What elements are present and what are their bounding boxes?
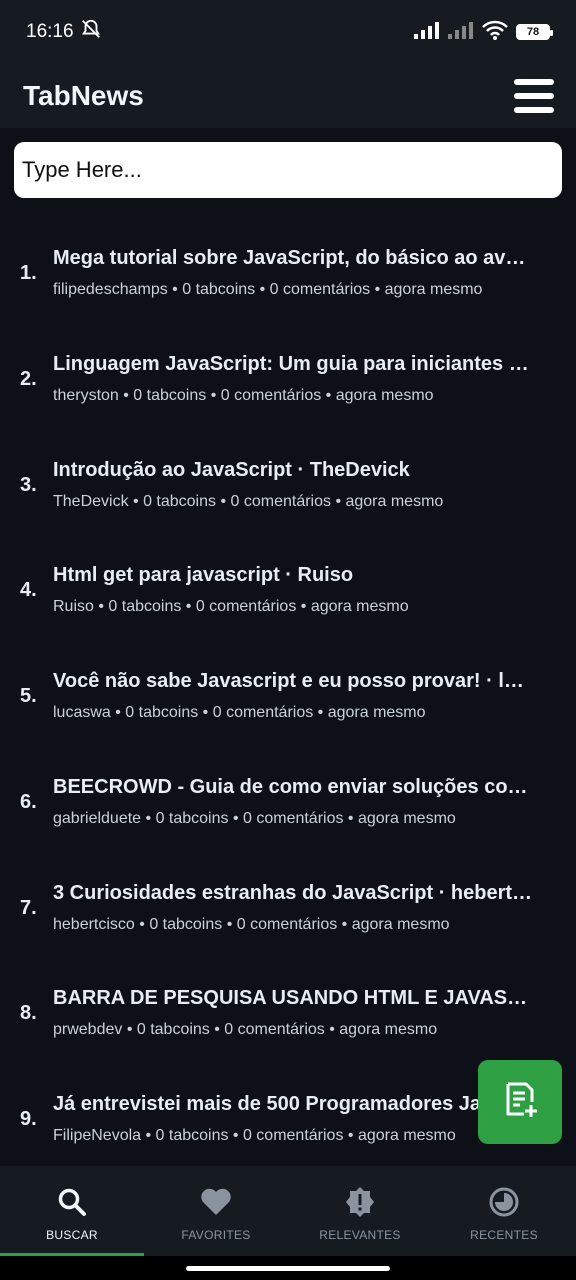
- signal-icon: [414, 21, 440, 44]
- list-item[interactable]: 4. Html get para javascript · Ruiso Ruis…: [0, 537, 576, 643]
- item-meta: lucaswa • 0 tabcoins • 0 comentários • a…: [53, 704, 426, 721]
- app-bar: TabNews: [0, 64, 576, 128]
- nav-buscar[interactable]: BUSCAR: [0, 1166, 144, 1256]
- muted-bell-icon: [80, 18, 102, 46]
- post-list: 1. Mega tutorial sobre JavaScript, do bá…: [0, 220, 576, 1172]
- item-number: 9.: [20, 1108, 37, 1130]
- add-document-icon: [500, 1080, 540, 1125]
- item-title[interactable]: Html get para javascript · Ruiso: [53, 564, 535, 587]
- list-item[interactable]: 1. Mega tutorial sobre JavaScript, do bá…: [0, 220, 576, 326]
- new-post-button[interactable]: [478, 1060, 562, 1144]
- battery-icon: 78: [516, 24, 553, 40]
- signal-secondary-icon: [448, 21, 474, 44]
- alert-badge-icon: [344, 1186, 376, 1218]
- item-meta: TheDevick • 0 tabcoins • 0 comentários •…: [53, 492, 444, 510]
- item-title[interactable]: Introdução ao JavaScript · TheDevick: [53, 459, 535, 482]
- item-title[interactable]: Linguagem JavaScript: Um guia para inici…: [53, 353, 535, 376]
- nav-label: RECENTES: [470, 1228, 538, 1242]
- list-item[interactable]: 8. BARRA DE PESQUISA USANDO HTML E JAVAS…: [0, 960, 576, 1066]
- nav-favorites[interactable]: FAVORITES: [144, 1166, 288, 1256]
- hamburger-menu-icon[interactable]: [514, 79, 554, 113]
- nav-relevantes[interactable]: RELEVANTES: [288, 1166, 432, 1256]
- item-meta: prwebdev • 0 tabcoins • 0 comentários • …: [53, 1021, 438, 1039]
- item-meta: Ruiso • 0 tabcoins • 0 comentários • ago…: [53, 598, 409, 616]
- item-title[interactable]: BEECROWD - Guia de como enviar soluções …: [53, 776, 535, 799]
- search-input[interactable]: [14, 142, 562, 198]
- gesture-area: [0, 1256, 576, 1280]
- item-meta: filipedeschamps • 0 tabcoins • 0 comentá…: [53, 281, 483, 298]
- screen: 16:16 78 TabNews 1.: [0, 0, 576, 1280]
- item-title[interactable]: Você não sabe Javascript e eu posso prov…: [53, 670, 535, 693]
- list-item[interactable]: 2. Linguagem JavaScript: Um guia para in…: [0, 326, 576, 432]
- nav-label: RELEVANTES: [319, 1228, 401, 1242]
- list-item[interactable]: 6. BEECROWD - Guia de como enviar soluçõ…: [0, 749, 576, 855]
- item-number: 8.: [20, 1002, 37, 1025]
- nav-label: FAVORITES: [181, 1228, 251, 1242]
- list-item[interactable]: 3. Introdução ao JavaScript · TheDevick …: [0, 432, 576, 538]
- status-left: 16:16: [26, 18, 102, 46]
- search-icon: [56, 1186, 88, 1218]
- item-meta: hebertcisco • 0 tabcoins • 0 comentários…: [53, 915, 450, 933]
- item-number: 1.: [20, 262, 37, 284]
- nav-label: BUSCAR: [46, 1228, 98, 1242]
- item-title[interactable]: BARRA DE PESQUISA USANDO HTML E JAVASCRI…: [53, 987, 535, 1010]
- item-title[interactable]: Já entrevistei mais de 500 Programadores…: [53, 1093, 535, 1116]
- item-meta: gabrielduete • 0 tabcoins • 0 comentário…: [53, 809, 456, 827]
- wifi-icon: [482, 20, 508, 45]
- item-number: 3.: [20, 473, 37, 496]
- clock-icon: [488, 1186, 520, 1218]
- item-number: 7.: [20, 896, 37, 919]
- search-container: [14, 142, 562, 198]
- heart-icon: [200, 1186, 232, 1218]
- status-time: 16:16: [26, 21, 74, 42]
- item-number: 5.: [20, 685, 37, 707]
- home-gesture-bar[interactable]: [186, 1266, 390, 1271]
- status-right: 78: [414, 20, 553, 45]
- item-title[interactable]: 3 Curiosidades estranhas do JavaScript ·…: [53, 882, 535, 905]
- nav-recentes[interactable]: RECENTES: [432, 1166, 576, 1256]
- list-item[interactable]: 7. 3 Curiosidades estranhas do JavaScrip…: [0, 855, 576, 961]
- item-number: 6.: [20, 790, 37, 813]
- app-title: TabNews: [23, 80, 144, 111]
- bottom-nav: BUSCAR FAVORITES RELEVANTES RECENTES: [0, 1166, 576, 1256]
- item-title[interactable]: Mega tutorial sobre JavaScript, do básic…: [53, 247, 535, 270]
- item-number: 4.: [20, 579, 37, 602]
- list-item[interactable]: 5. Você não sabe Javascript e eu posso p…: [0, 643, 576, 749]
- item-meta: theryston • 0 tabcoins • 0 comentários •…: [53, 386, 434, 404]
- status-bar: 16:16 78: [0, 0, 576, 64]
- item-number: 2.: [20, 367, 37, 390]
